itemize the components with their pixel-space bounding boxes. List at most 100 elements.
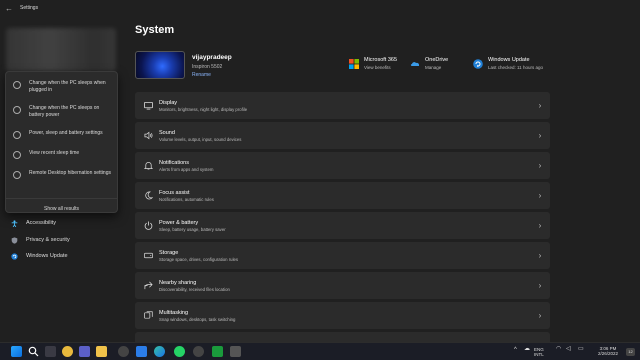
chevron-right-icon: › xyxy=(538,251,542,260)
teams-icon[interactable] xyxy=(79,346,90,357)
card-subtitle: Discoverability, received files location xyxy=(159,286,230,292)
sound-icon xyxy=(144,131,153,140)
wifi-icon[interactable]: ◠ xyxy=(556,346,561,352)
settings-result-icon xyxy=(13,171,21,179)
card-title: Storage xyxy=(159,249,179,256)
bell-icon xyxy=(144,162,153,170)
notification-badge[interactable]: 12 xyxy=(626,348,635,356)
card-title: Display xyxy=(159,99,178,106)
search-result-label: Remote Desktop hibernation settings xyxy=(29,170,111,176)
card-storage[interactable]: Storage Storage space, drives, configura… xyxy=(135,242,550,269)
app-icon[interactable] xyxy=(118,346,129,357)
edge-icon[interactable] xyxy=(154,346,165,357)
quick-link-subtitle: View benefits xyxy=(364,65,391,70)
card-subtitle: Storage space, drives, configuration rul… xyxy=(159,256,239,262)
display-icon xyxy=(144,101,153,110)
card-title: Nearby sharing xyxy=(159,279,197,286)
chevron-right-icon: › xyxy=(538,311,542,320)
microsoft-icon xyxy=(349,59,359,69)
person-icon xyxy=(11,219,18,227)
share-icon xyxy=(144,281,153,290)
card-power-battery[interactable]: Power & battery Sleep, battery usage, ba… xyxy=(135,212,550,239)
app-icon[interactable] xyxy=(212,346,223,357)
quick-link-onedrive[interactable]: OneDrive Manage xyxy=(410,57,448,70)
search-result-item[interactable]: View recent sleep time xyxy=(6,150,117,170)
sidebar-item-privacy-security[interactable]: Privacy & security xyxy=(0,233,124,247)
quick-link-microsoft-365[interactable]: Microsoft 365 View benefits xyxy=(349,57,397,70)
device-model: Inspiron 5502 xyxy=(192,64,223,70)
card-notifications[interactable]: Notifications Alerts from apps and syste… xyxy=(135,152,550,179)
sidebar-item-label: Privacy & security xyxy=(26,237,70,243)
battery-icon[interactable]: ▭ xyxy=(578,346,584,352)
search-result-item[interactable]: Change when the PC sleeps when plugged i… xyxy=(6,80,117,105)
quick-link-subtitle: Last checked: 11 hours ago xyxy=(488,65,543,70)
chevron-right-icon: › xyxy=(538,281,542,290)
cloud-icon[interactable]: ☁ xyxy=(524,346,530,352)
back-arrow-icon[interactable]: ← xyxy=(2,4,16,13)
search-result-label: Change when the PC sleeps when plugged i… xyxy=(29,80,106,93)
dropdown-divider xyxy=(6,198,117,199)
volume-icon[interactable]: ◁ xyxy=(566,346,571,352)
file-explorer-icon[interactable] xyxy=(96,346,107,357)
card-focus-assist[interactable]: Focus assist Notifications, automatic ru… xyxy=(135,182,550,209)
show-all-results-link[interactable]: Show all results xyxy=(6,206,117,212)
update-icon xyxy=(11,252,18,260)
language-indicator[interactable]: ENG INTL xyxy=(534,347,544,357)
card-partial xyxy=(135,332,550,342)
card-subtitle: Sleep, battery usage, battery saver xyxy=(159,226,226,232)
card-multitasking[interactable]: Multitasking Snap windows, desktops, tas… xyxy=(135,302,550,329)
settings-result-icon xyxy=(13,106,21,114)
sidebar-item-label: Windows Update xyxy=(26,253,68,259)
card-subtitle: Snap windows, desktops, task switching xyxy=(159,316,236,322)
search-result-item[interactable]: Remote Desktop hibernation settings xyxy=(6,170,117,195)
quick-link-windows-update[interactable]: Windows Update Last checked: 11 hours ag… xyxy=(473,57,543,70)
whatsapp-icon[interactable] xyxy=(174,346,185,357)
search-result-item[interactable]: Change when the PC sleeps on battery pow… xyxy=(6,105,117,130)
chevron-right-icon: › xyxy=(538,221,542,230)
search-icon[interactable] xyxy=(28,346,39,357)
card-subtitle: Alerts from apps and system xyxy=(159,166,214,172)
card-title: Focus assist xyxy=(159,189,190,196)
main-content: System vijaypradeep Inspiron 5502 Rename… xyxy=(124,16,640,342)
start-button-icon[interactable] xyxy=(11,346,22,357)
region-code: INTL xyxy=(534,352,544,357)
card-subtitle: Volume levels, output, input, sound devi… xyxy=(159,136,242,142)
chevron-right-icon: › xyxy=(538,191,542,200)
storage-icon xyxy=(144,252,153,259)
window-title: Settings xyxy=(20,5,39,11)
card-title: Power & battery xyxy=(159,219,199,226)
rename-link[interactable]: Rename xyxy=(192,72,211,78)
chevron-up-icon[interactable]: ^ xyxy=(514,347,517,353)
search-result-item[interactable]: Power, sleep and battery settings xyxy=(6,130,117,150)
settings-gear-icon[interactable] xyxy=(230,346,241,357)
app-icon[interactable] xyxy=(62,346,73,357)
card-title: Multitasking xyxy=(159,309,189,316)
clock[interactable]: 3:06 PM 2/26/2022 xyxy=(598,346,618,356)
card-nearby-sharing[interactable]: Nearby sharing Discoverability, received… xyxy=(135,272,550,299)
sidebar-item-windows-update[interactable]: Windows Update xyxy=(0,249,124,263)
chevron-right-icon: › xyxy=(538,161,542,170)
navigation-pane: Change when the PC sleeps when plugged i… xyxy=(0,16,124,342)
settings-result-icon xyxy=(13,81,21,89)
quick-link-title: OneDrive xyxy=(425,57,449,63)
search-result-label: View recent sleep time xyxy=(29,150,80,156)
card-subtitle: Monitors, brightness, night light, displ… xyxy=(159,106,248,112)
card-title: Notifications xyxy=(159,159,189,166)
chevron-right-icon: › xyxy=(538,131,542,140)
card-subtitle: Notifications, automatic rules xyxy=(159,196,214,202)
chevron-right-icon: › xyxy=(538,101,542,110)
clock-date: 2/26/2022 xyxy=(598,351,619,356)
search-result-label: Power, sleep and battery settings xyxy=(29,130,103,136)
moon-icon xyxy=(145,191,153,200)
search-result-label: Change when the PC sleeps on battery pow… xyxy=(29,105,100,118)
task-view-icon[interactable] xyxy=(45,346,56,357)
card-sound[interactable]: Sound Volume levels, output, input, soun… xyxy=(135,122,550,149)
store-icon[interactable] xyxy=(136,346,147,357)
onedrive-icon xyxy=(410,62,420,66)
blurred-profile-area xyxy=(6,28,116,72)
card-display[interactable]: Display Monitors, brightness, night ligh… xyxy=(135,92,550,119)
sidebar-item-accessibility[interactable]: Accessibility xyxy=(0,216,124,230)
settings-result-icon xyxy=(13,151,21,159)
taskbar: ^ ☁ ENG INTL ◠ ◁ ▭ 3:06 PM 2/26/2022 12 xyxy=(0,342,640,360)
app-icon[interactable] xyxy=(193,346,204,357)
